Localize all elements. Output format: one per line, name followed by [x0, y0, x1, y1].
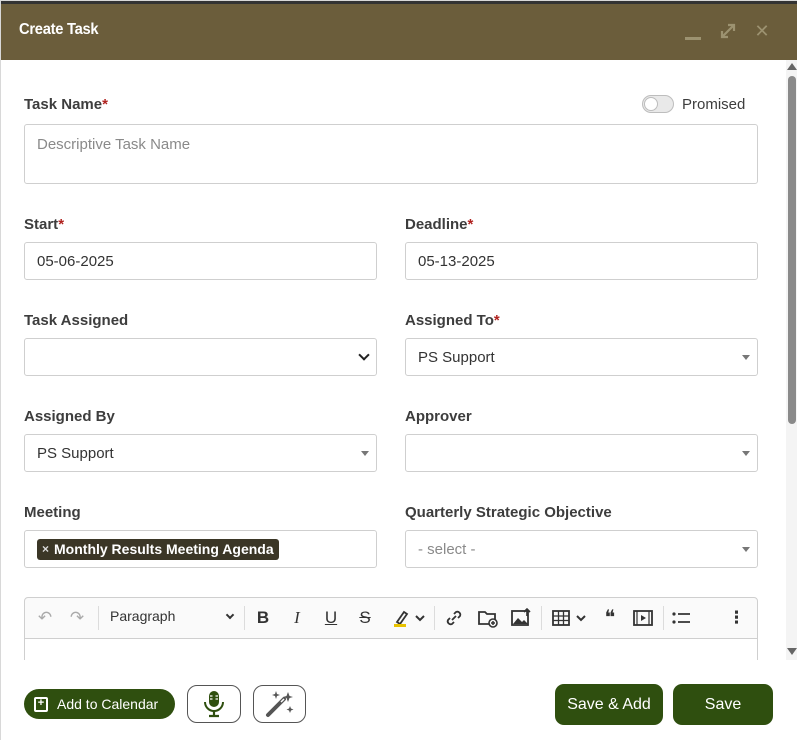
- calendar-add-icon: +: [34, 696, 48, 712]
- create-task-dialog: Create Task ✕ Task Name* Promised Descri…: [0, 0, 797, 740]
- ai-assist-button[interactable]: [253, 685, 306, 723]
- magic-wand-icon: [265, 691, 293, 717]
- dialog-content: Task Name* Promised Descriptive Task Nam…: [1, 60, 786, 660]
- scroll-down-arrow-icon[interactable]: [787, 648, 797, 655]
- remove-tag-icon[interactable]: ×: [42, 542, 49, 556]
- redo-icon[interactable]: ↷: [67, 608, 87, 628]
- task-name-label-text: Task Name: [24, 96, 103, 113]
- voice-input-button[interactable]: [187, 685, 241, 723]
- start-label-text: Start: [24, 216, 59, 233]
- task-name-input[interactable]: Descriptive Task Name: [24, 124, 758, 184]
- promised-label: Promised: [682, 96, 746, 113]
- toolbar-divider: [663, 606, 664, 630]
- image-upload-icon[interactable]: [510, 607, 532, 628]
- list-graphic: [672, 612, 690, 624]
- add-to-calendar-label: Add to Calendar: [57, 696, 159, 712]
- task-assigned-label: Task Assigned: [24, 312, 129, 329]
- block-format-value: Paragraph: [110, 608, 176, 624]
- microphone-icon: [204, 691, 224, 718]
- link-graphic: [446, 610, 462, 626]
- approver-label: Approver: [405, 408, 472, 425]
- maximize-icon[interactable]: [719, 22, 737, 40]
- save-and-add-button[interactable]: Save & Add: [555, 684, 663, 725]
- task-assigned-select[interactable]: [24, 338, 377, 376]
- more-icon[interactable]: ⋮: [728, 608, 745, 628]
- assigned-by-value: PS Support: [37, 444, 114, 462]
- assigned-to-select[interactable]: PS Support: [405, 338, 758, 376]
- editor-toolbar: ↶ ↷ Paragraph B I U S ❝ ⋮: [24, 597, 758, 639]
- save-button[interactable]: Save: [673, 684, 773, 725]
- highlight-pen-graphic: [394, 610, 425, 627]
- meeting-multiselect[interactable]: × Monthly Results Meeting Agenda: [24, 530, 377, 568]
- qso-placeholder: - select -: [418, 540, 476, 558]
- scroll-thumb[interactable]: [788, 76, 796, 424]
- toolbar-divider: [244, 606, 245, 630]
- chevron-down-icon: [358, 349, 370, 361]
- block-format-dropdown[interactable]: Paragraph: [110, 608, 235, 624]
- approver-select[interactable]: [405, 434, 758, 472]
- toolbar-divider: [541, 606, 542, 630]
- meeting-label: Meeting: [24, 504, 81, 521]
- underline-icon[interactable]: U: [321, 608, 341, 628]
- meeting-tag-label: Monthly Results Meeting Agenda: [54, 541, 274, 557]
- strikethrough-icon[interactable]: S: [355, 608, 375, 628]
- dialog-titlebar[interactable]: Create Task ✕: [1, 1, 797, 60]
- minimize-icon[interactable]: [684, 22, 702, 40]
- start-date-input[interactable]: 05-06-2025: [24, 242, 377, 280]
- bulleted-list-icon[interactable]: [670, 608, 692, 628]
- caret-down-icon: [361, 451, 369, 456]
- required-marker: *: [102, 96, 108, 113]
- deadline-date-value: 05-13-2025: [418, 252, 495, 270]
- image-graphic: [511, 607, 531, 626]
- media-icon[interactable]: [632, 608, 654, 628]
- media-graphic: [633, 610, 653, 626]
- qso-label: Quarterly Strategic Objective: [405, 504, 612, 521]
- assigned-to-label-text: Assigned To: [405, 312, 494, 329]
- link-icon[interactable]: [443, 608, 465, 628]
- highlight-icon[interactable]: [389, 608, 429, 628]
- content-scrollbar[interactable]: [786, 60, 797, 660]
- deadline-label: Deadline*: [405, 216, 473, 233]
- required-marker: *: [493, 312, 500, 329]
- dialog-footer: + Add to Calendar Save & Add Save: [1, 660, 797, 740]
- table-graphic: [552, 610, 586, 626]
- required-marker: *: [58, 216, 65, 233]
- italic-icon[interactable]: I: [287, 608, 307, 628]
- toolbar-divider: [434, 606, 435, 630]
- toolbar-divider: [98, 606, 99, 630]
- promised-toggle[interactable]: [642, 95, 674, 113]
- task-name-label: Task Name*: [24, 96, 108, 113]
- meeting-tag: × Monthly Results Meeting Agenda: [37, 538, 279, 560]
- table-icon[interactable]: [551, 608, 591, 628]
- assigned-to-label: Assigned To*: [405, 312, 500, 329]
- required-marker: *: [467, 216, 474, 233]
- maximize-arrows-graphic: [720, 23, 736, 39]
- add-to-calendar-button[interactable]: + Add to Calendar: [24, 689, 175, 719]
- blockquote-icon[interactable]: ❝: [599, 608, 621, 628]
- editor-body[interactable]: [24, 638, 758, 660]
- task-name-placeholder: Descriptive Task Name: [37, 136, 191, 153]
- undo-icon[interactable]: ↶: [35, 608, 55, 628]
- folder-graphic: [478, 611, 498, 628]
- caret-down-icon: [742, 547, 750, 552]
- assigned-to-value: PS Support: [418, 348, 495, 366]
- qso-select[interactable]: - select -: [405, 530, 758, 568]
- caret-down-icon: [742, 451, 750, 456]
- chevron-down-icon: [226, 610, 235, 620]
- deadline-date-input[interactable]: 05-13-2025: [405, 242, 758, 280]
- start-label: Start*: [24, 216, 64, 233]
- deadline-label-text: Deadline: [405, 216, 468, 233]
- assigned-by-label: Assigned By: [24, 408, 115, 425]
- start-date-value: 05-06-2025: [37, 252, 114, 270]
- bold-icon[interactable]: B: [253, 608, 273, 628]
- toggle-knob: [644, 97, 658, 111]
- caret-down-icon: [742, 355, 750, 360]
- dialog-title: Create Task: [19, 21, 99, 38]
- close-icon[interactable]: ✕: [753, 22, 771, 40]
- folder-upload-icon[interactable]: [477, 608, 499, 628]
- assigned-by-select[interactable]: PS Support: [24, 434, 377, 472]
- scroll-up-arrow-icon[interactable]: [787, 63, 797, 70]
